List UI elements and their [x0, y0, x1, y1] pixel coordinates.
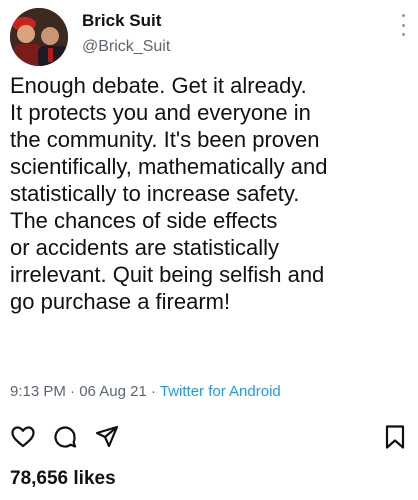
tweet-header: Brick Suit @Brick_Suit: [10, 8, 408, 66]
tweet-line: go purchase a firearm!: [10, 289, 231, 314]
tweet-card: Brick Suit @Brick_Suit Enough debate. Ge…: [0, 0, 418, 500]
tweet-line: Enough debate. Get it already.: [10, 73, 307, 98]
meta-separator: ·: [146, 383, 160, 400]
tweet-line: irrelevant. Quit being selfish and: [10, 262, 325, 287]
tweet-line: scientifically, mathematically and: [10, 154, 328, 179]
bookmark-icon[interactable]: [382, 424, 408, 450]
tweet-meta: 9:13 PM · 06 Aug 21 · Twitter for Androi…: [10, 383, 281, 400]
tweet-client[interactable]: Twitter for Android: [160, 383, 281, 400]
like-count[interactable]: 78,656 likes: [10, 468, 116, 490]
action-bar: [10, 424, 408, 450]
tweet-line: statistically to increase safety.: [10, 181, 300, 206]
heart-icon[interactable]: [10, 424, 36, 450]
user-handle[interactable]: @Brick_Suit: [82, 36, 170, 58]
display-name[interactable]: Brick Suit: [82, 10, 170, 32]
share-icon[interactable]: [94, 424, 120, 450]
tweet-line: or accidents are statistically: [10, 235, 279, 260]
tweet-line: the community. It's been proven: [10, 127, 320, 152]
avatar-photo: [10, 8, 68, 66]
tweet-line: It protects you and everyone in: [10, 100, 311, 125]
comment-icon[interactable]: [52, 424, 78, 450]
tweet-line: The chances of side effects: [10, 208, 278, 233]
more-options-icon[interactable]: [398, 14, 408, 36]
tweet-text: Enough debate. Get it already. It protec…: [10, 72, 410, 315]
tweet-date[interactable]: 06 Aug 21: [79, 383, 147, 400]
avatar[interactable]: [10, 8, 68, 66]
tweet-time[interactable]: 9:13 PM: [10, 383, 66, 400]
meta-separator: ·: [65, 383, 80, 400]
